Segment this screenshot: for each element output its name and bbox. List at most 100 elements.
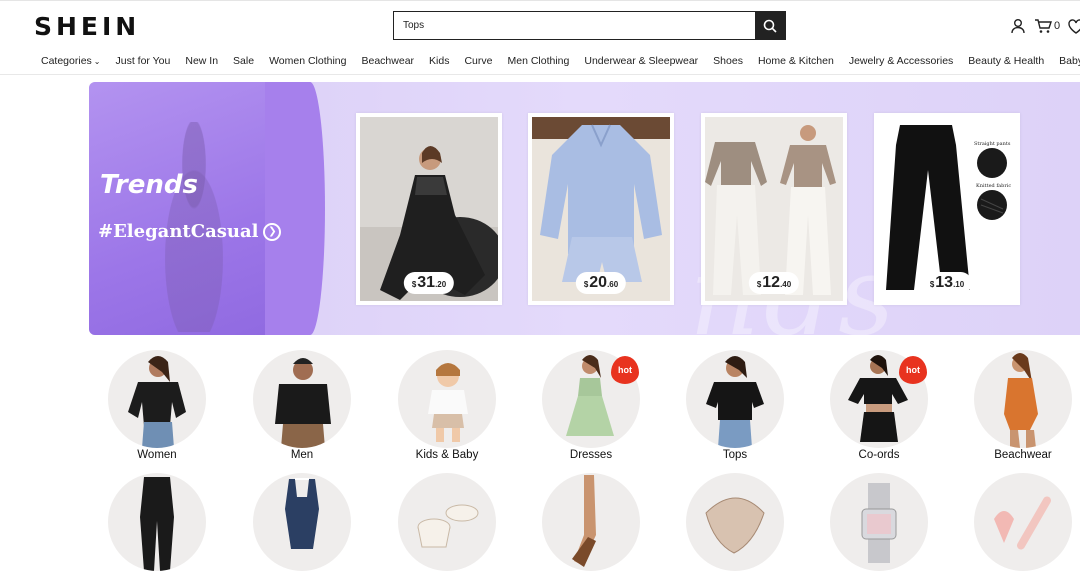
category-row2-leggings[interactable]: [107, 473, 207, 571]
price-currency: $: [583, 280, 589, 289]
category-label: Women: [137, 449, 177, 461]
price-currency: $: [756, 280, 762, 289]
category-men[interactable]: Men: [252, 350, 352, 461]
user-icon[interactable]: [1010, 18, 1026, 34]
category-row2-jumpsuit[interactable]: [252, 473, 352, 571]
product-image: $12.40: [705, 117, 843, 301]
hot-badge: hot: [611, 356, 639, 384]
price-tag: $31.20: [403, 272, 455, 294]
men-illustration: [275, 358, 331, 448]
header-icons: 0: [1010, 18, 1080, 34]
category-image: [398, 350, 496, 448]
category-row2-shoes[interactable]: [541, 473, 641, 571]
category-image: [974, 350, 1072, 448]
price-tag: $20.60: [575, 272, 627, 294]
product-card-blue-set[interactable]: $20.60: [528, 113, 674, 305]
nav-baby-maternity[interactable]: Baby & Matern: [1059, 50, 1080, 74]
category-row2-scarf[interactable]: [685, 473, 785, 571]
price-tag: $12.40: [748, 272, 800, 294]
category-tops[interactable]: Tops: [685, 350, 785, 461]
category-label: Tops: [722, 449, 748, 461]
search-bar: [393, 11, 786, 40]
category-kids-baby[interactable]: Kids & Baby: [397, 350, 497, 461]
category-co-ords[interactable]: hot Co-ords: [829, 350, 929, 461]
chevron-down-icon: ⌄: [93, 57, 101, 66]
price-integer: 12: [762, 274, 781, 291]
category-beachwear[interactable]: Beachwear: [973, 350, 1073, 461]
category-image: [108, 350, 206, 448]
category-image: [398, 473, 496, 571]
nav-beachwear[interactable]: Beachwear: [362, 50, 415, 74]
category-row2-beauty[interactable]: [973, 473, 1073, 571]
price-currency: $: [929, 280, 935, 289]
trends-title: Trends: [100, 170, 198, 200]
category-row2-cups[interactable]: [397, 473, 497, 571]
search-input[interactable]: [394, 12, 755, 39]
nav-categories[interactable]: Categories ⌄: [41, 50, 100, 74]
search-icon: [763, 19, 777, 33]
category-image: [253, 473, 351, 571]
watch-illustration: [861, 483, 897, 563]
jumpsuit-illustration: [285, 478, 319, 549]
product-image: $31.20: [360, 117, 498, 301]
trends-banner[interactable]: nds Trends #ElegantCasual ❯ $31.20: [89, 82, 1080, 335]
category-dresses[interactable]: hot Dresses: [541, 350, 641, 461]
nav-sale[interactable]: Sale: [233, 50, 254, 74]
shoes-illustration: [572, 475, 596, 567]
price-decimal: .20: [435, 280, 447, 289]
nav-women-clothing[interactable]: Women Clothing: [269, 50, 346, 74]
heart-icon[interactable]: [1068, 18, 1080, 34]
category-women[interactable]: Women: [107, 350, 207, 461]
nav-curve[interactable]: Curve: [464, 50, 492, 74]
nav-new-in[interactable]: New In: [185, 50, 218, 74]
category-image: [686, 350, 784, 448]
category-label: Men: [290, 449, 314, 461]
price-integer: 31: [417, 274, 436, 291]
category-image: [108, 473, 206, 571]
nav-home-kitchen[interactable]: Home & Kitchen: [758, 50, 834, 74]
category-image: [830, 473, 928, 571]
category-row2-watch[interactable]: [829, 473, 929, 571]
nav-jewelry-accessories[interactable]: Jewelry & Accessories: [849, 50, 953, 74]
category-image: [686, 473, 784, 571]
product-image: $20.60: [532, 117, 670, 301]
price-decimal: .10: [953, 280, 965, 289]
cart-icon[interactable]: [1034, 18, 1052, 34]
category-label: Dresses: [569, 449, 613, 461]
category-image: [542, 473, 640, 571]
cart-count: 0: [1054, 20, 1061, 32]
nav-beauty-health[interactable]: Beauty & Health: [968, 50, 1044, 74]
tops-illustration: [706, 356, 764, 448]
nav-men-clothing[interactable]: Men Clothing: [507, 50, 569, 74]
note-knitted-fabric: Knitted fabric: [976, 183, 1012, 189]
nav-shoes[interactable]: Shoes: [713, 50, 743, 74]
header: SHEIN 0: [0, 4, 1080, 46]
price-decimal: .40: [780, 280, 792, 289]
nav-kids[interactable]: Kids: [429, 50, 449, 74]
product-card-casual-set[interactable]: $12.40: [701, 113, 847, 305]
category-label: Kids & Baby: [415, 449, 479, 461]
search-button[interactable]: [755, 12, 785, 39]
category-label: Co-ords: [858, 449, 900, 461]
banner-tagline[interactable]: #ElegantCasual ❯: [98, 221, 282, 242]
beauty-tools-illustration: [994, 496, 1051, 550]
shein-logo[interactable]: SHEIN: [34, 12, 140, 41]
category-image: [253, 350, 351, 448]
price-integer: 13: [935, 274, 954, 291]
category-image: [974, 473, 1072, 571]
tagline-text: #ElegantCasual: [98, 221, 259, 242]
nav-just-for-you[interactable]: Just for You: [115, 50, 170, 74]
women-illustration: [128, 356, 186, 448]
price-currency: $: [411, 280, 417, 289]
kids-illustration: [428, 363, 468, 442]
hot-label: hot: [618, 365, 632, 375]
note-straight-pants: Straight pants: [974, 141, 1011, 147]
category-nav: Categories ⌄ Just for You New In Sale Wom…: [0, 50, 1080, 75]
hot-label: hot: [906, 365, 920, 375]
arrow-right-circle-icon[interactable]: ❯: [263, 222, 282, 241]
category-label: Beachwear: [994, 449, 1052, 461]
nav-categories-label: Categories: [41, 55, 92, 67]
product-card-lace-dress[interactable]: $31.20: [356, 113, 502, 305]
product-card-black-pants[interactable]: Straight pants Knitted fabric $13.10: [874, 113, 1020, 305]
nav-underwear-sleepwear[interactable]: Underwear & Sleepwear: [584, 50, 698, 74]
